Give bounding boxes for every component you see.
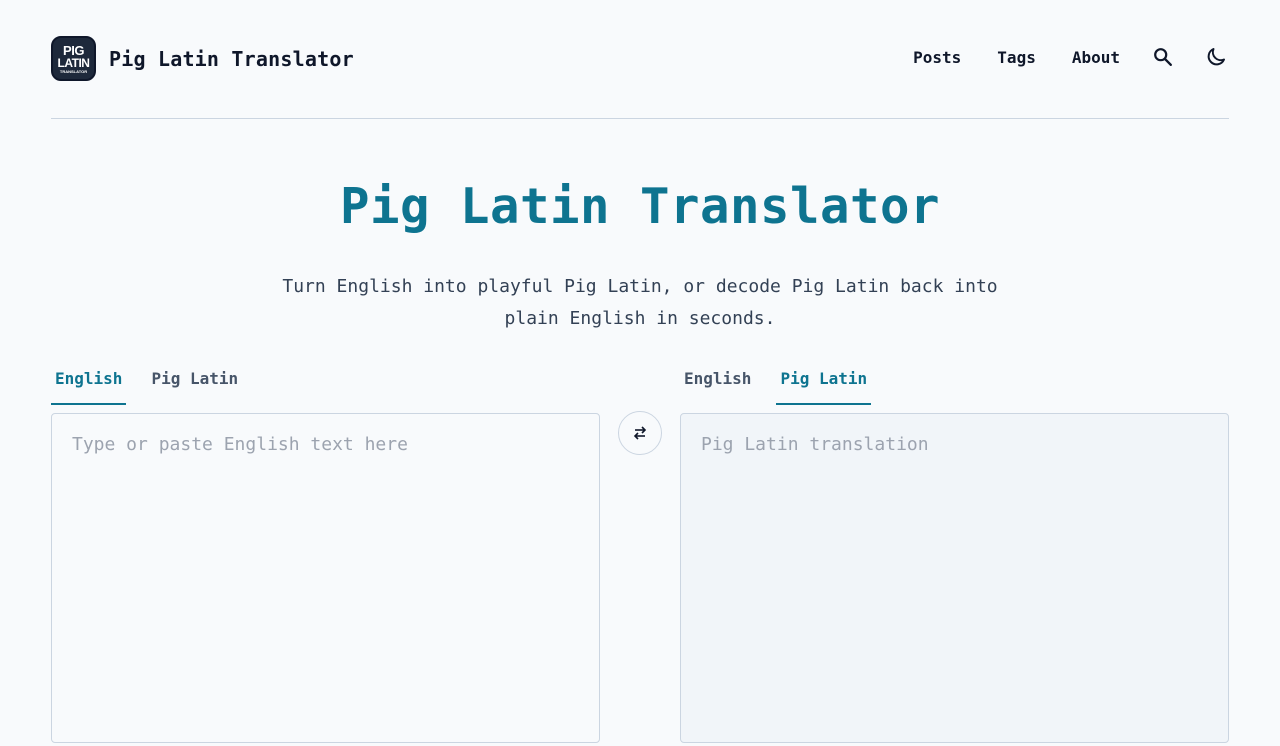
source-panel <box>51 413 600 743</box>
source-tab-pig-latin[interactable]: Pig Latin <box>147 360 242 405</box>
logo-text-latin: LATIN <box>57 55 90 70</box>
brand-link[interactable]: PIG LATIN TRANSLATOR Pig Latin Translato… <box>51 36 354 81</box>
logo-text-translator: TRANSLATOR <box>59 68 88 74</box>
page-title: Pig Latin Translator <box>339 178 940 235</box>
theme-toggle-button[interactable] <box>1203 44 1229 70</box>
nav-link-posts[interactable]: Posts <box>913 48 961 67</box>
source-text-input[interactable] <box>52 414 599 742</box>
swap-arrows-icon <box>633 426 647 440</box>
site-title[interactable]: Pig Latin Translator <box>109 47 354 71</box>
swap-languages-button[interactable] <box>618 411 662 455</box>
target-panel <box>680 413 1229 743</box>
main-nav: Posts Tags About <box>913 44 1229 70</box>
target-tab-pig-latin[interactable]: Pig Latin <box>776 360 872 405</box>
site-header: PIG LATIN TRANSLATOR Pig Latin Translato… <box>51 0 1229 119</box>
source-language-tabs: English Pig Latin <box>51 360 263 405</box>
pig-latin-logo: PIG LATIN TRANSLATOR <box>51 36 96 81</box>
moon-icon <box>1207 48 1225 66</box>
search-button[interactable] <box>1150 44 1176 70</box>
source-tab-english[interactable]: English <box>51 360 127 405</box>
logo-text-pig: PIG <box>63 42 84 58</box>
nav-link-about[interactable]: About <box>1072 48 1120 67</box>
target-text-output[interactable] <box>681 414 1228 742</box>
search-icon <box>1154 48 1172 66</box>
page-subtitle: Turn English into playful Pig Latin, or … <box>282 276 998 329</box>
nav-link-tags[interactable]: Tags <box>997 48 1036 67</box>
target-language-tabs: English Pig Latin <box>680 360 892 405</box>
target-tab-english[interactable]: English <box>680 360 755 405</box>
